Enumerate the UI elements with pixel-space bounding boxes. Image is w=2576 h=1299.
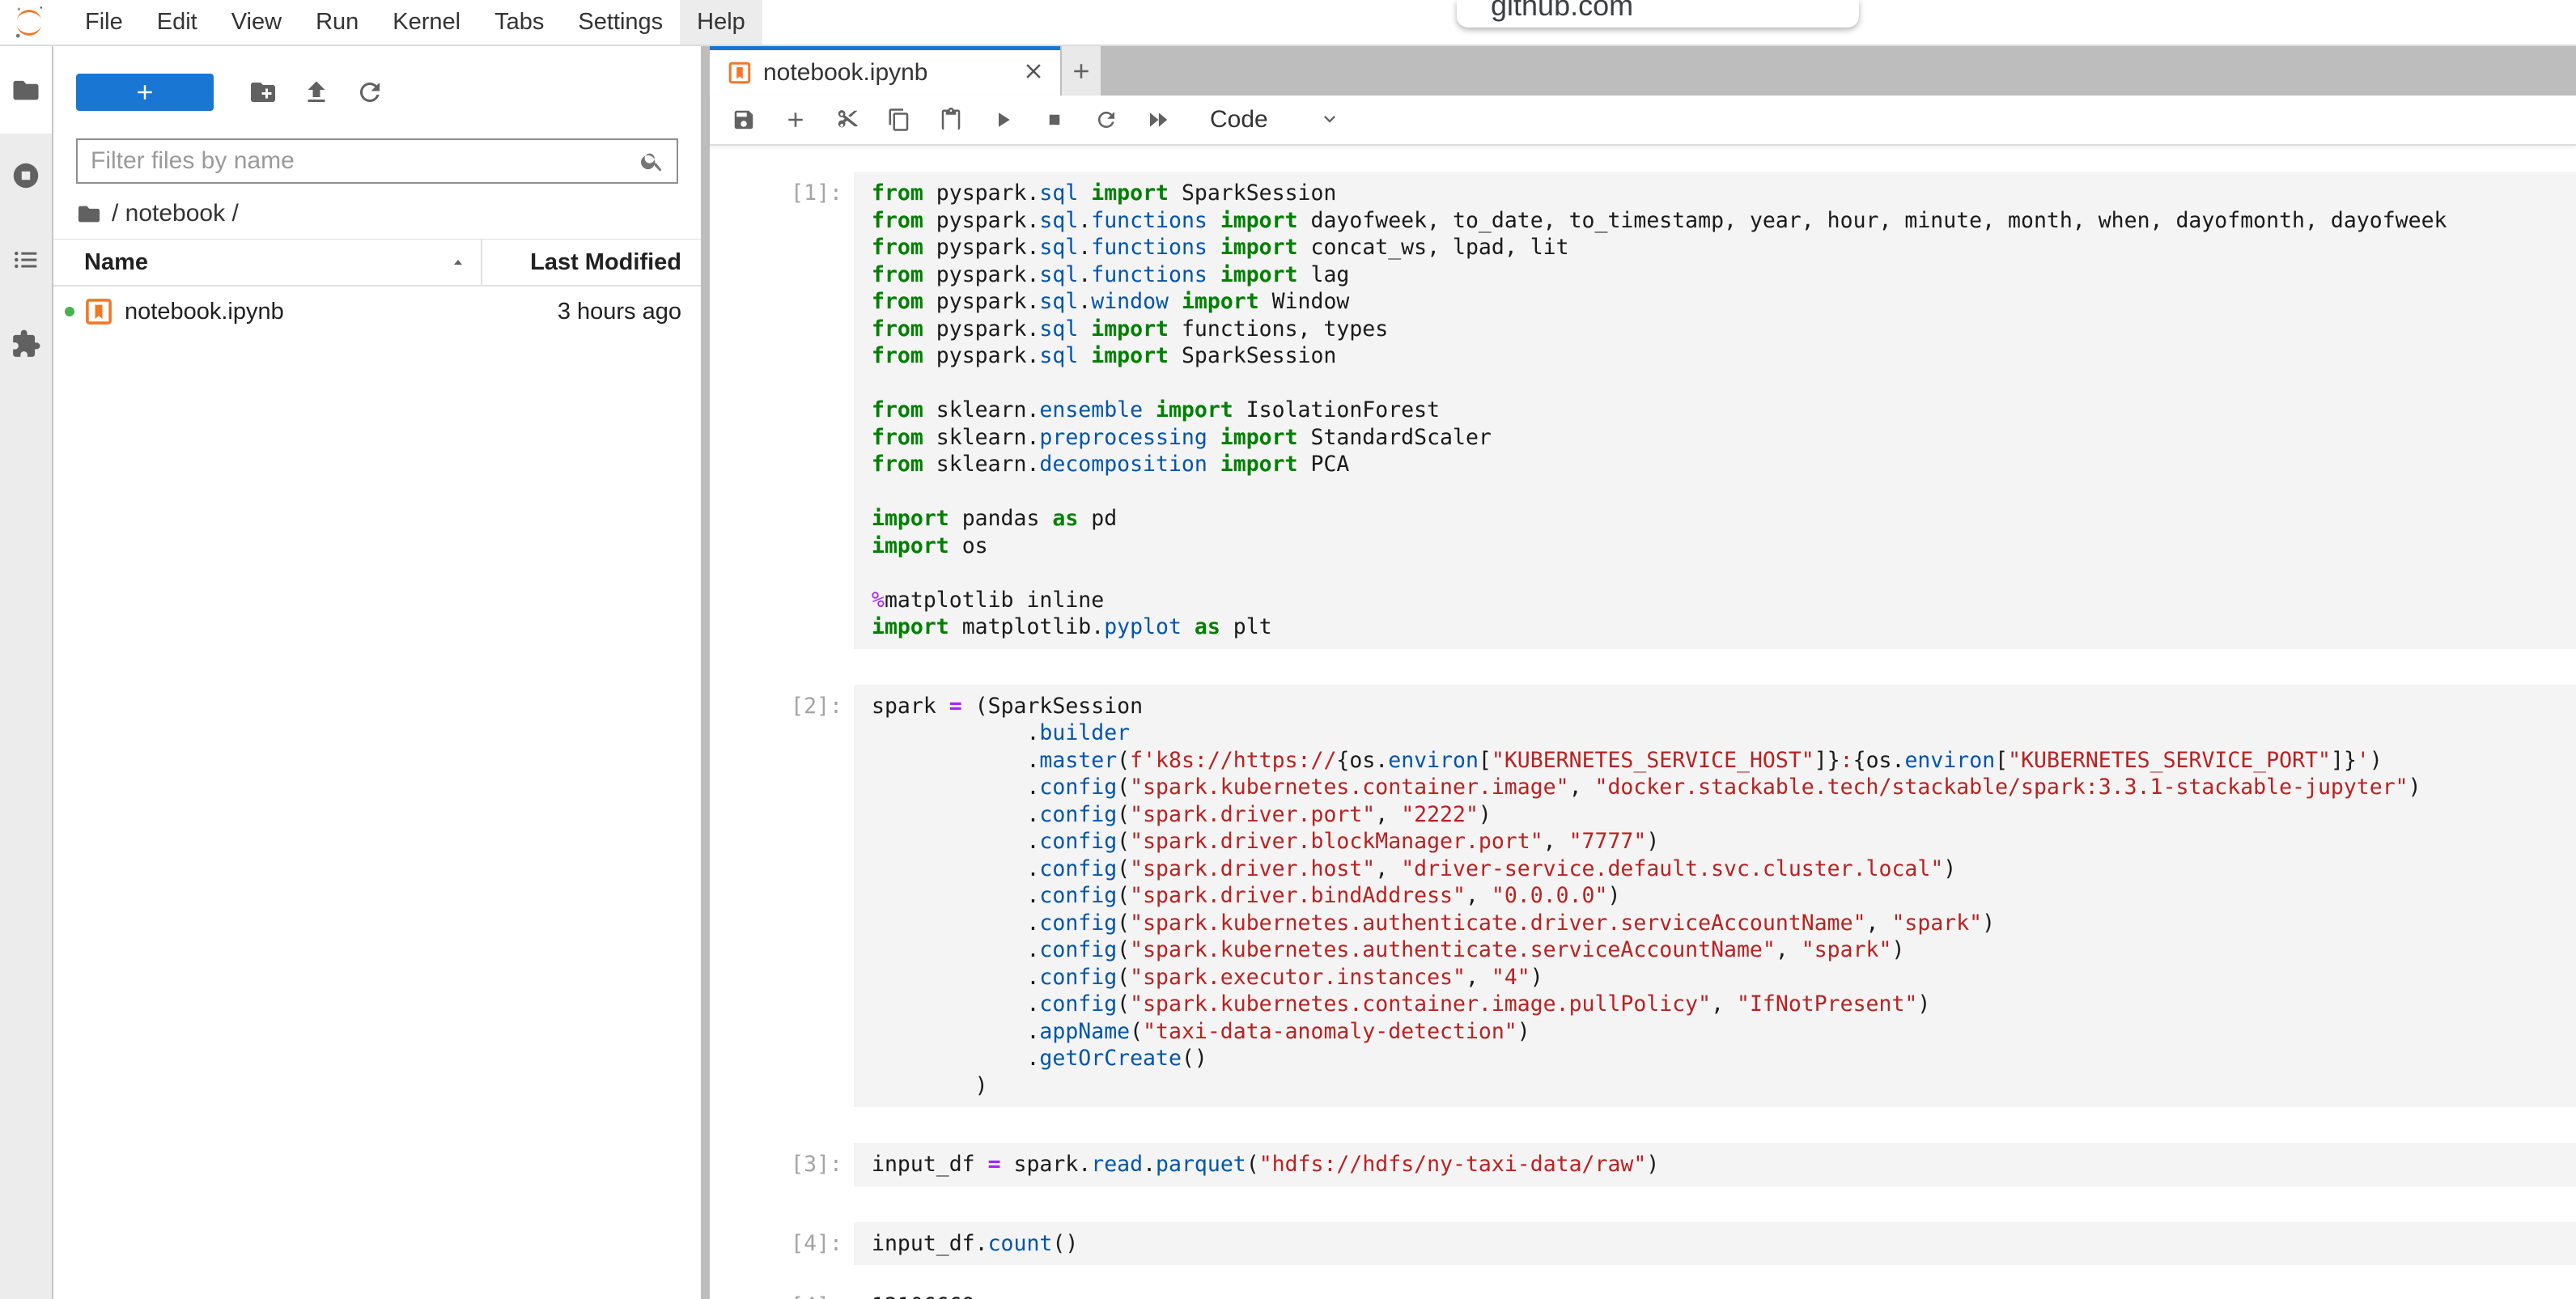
menu-bar: FileEditViewRunKernelTabsSettingsHelp	[0, 0, 2576, 46]
menu-help[interactable]: Help	[680, 0, 762, 45]
kernel-running-dot	[65, 307, 74, 316]
running-icon	[11, 160, 41, 191]
list-icon	[11, 244, 41, 275]
refresh-button[interactable]	[343, 78, 397, 107]
file-row[interactable]: notebook.ipynb 3 hours ago	[53, 287, 701, 337]
cell-editor[interactable]: input_df = spark.read.parquet("hdfs://hd…	[854, 1143, 2576, 1187]
file-name: notebook.ipynb	[125, 299, 481, 325]
new-tab-button[interactable]	[1062, 46, 1101, 96]
save-button[interactable]	[731, 107, 757, 133]
panel-resize-handle[interactable]	[701, 46, 710, 1299]
cell-type-dropdown[interactable]: Code	[1210, 106, 1268, 134]
sidebar-tab-file-browser[interactable]	[0, 46, 52, 134]
menu-file[interactable]: File	[68, 0, 140, 45]
restart-button[interactable]	[1093, 107, 1119, 133]
cell-prompt: [4]:	[710, 1222, 854, 1266]
close-tab-icon[interactable]	[1021, 59, 1046, 87]
code-cell: [3]:input_df = spark.read.parquet("hdfs:…	[710, 1143, 2576, 1187]
search-icon	[639, 148, 665, 174]
file-modified: 3 hours ago	[481, 299, 701, 325]
file-list-header: Name Last Modified	[53, 239, 701, 287]
jupyter-logo-icon	[11, 5, 47, 40]
stop-button[interactable]	[1042, 107, 1067, 133]
breadcrumb-path: / notebook /	[112, 200, 239, 227]
tab-label: notebook.ipynb	[763, 59, 1021, 87]
notebook-file-icon	[84, 297, 113, 326]
puzzle-icon	[11, 329, 41, 359]
column-header-name[interactable]: Name	[53, 249, 481, 276]
paste-icon	[939, 108, 963, 132]
dock-tab-bar: notebook.ipynb	[710, 46, 2576, 96]
cell-editor[interactable]: from pyspark.sql import SparkSessionfrom…	[854, 172, 2576, 649]
filter-files-input[interactable]	[78, 147, 639, 175]
cell-editor[interactable]: input_df.count()	[854, 1222, 2576, 1266]
popup-url-text: github.com	[1491, 0, 1633, 23]
paste-button[interactable]	[938, 107, 964, 133]
run-all-icon	[1146, 108, 1170, 132]
run-icon	[991, 108, 1015, 132]
plus-icon	[1069, 59, 1093, 83]
sidebar-tab-table-of-contents[interactable]	[0, 218, 52, 302]
run-all-button[interactable]	[1145, 107, 1171, 133]
file-browser-panel: / notebook / Name Last Modified notebook…	[53, 46, 701, 1299]
new-folder-button[interactable]	[236, 78, 290, 107]
plus-icon	[133, 80, 157, 104]
output-cell: [4]:12106669	[710, 1284, 2576, 1299]
copy-icon	[887, 108, 911, 132]
notebook-toolbar: Code	[710, 96, 2576, 146]
file-browser-toolbar	[53, 46, 701, 119]
code-cell: [4]:input_df.count()	[710, 1222, 2576, 1266]
tab-notebook[interactable]: notebook.ipynb	[710, 46, 1060, 96]
new-folder-icon	[248, 78, 278, 107]
run-button[interactable]	[990, 107, 1016, 133]
add-icon	[783, 108, 808, 132]
cell-prompt: [2]:	[710, 685, 854, 1108]
cell-editor[interactable]: spark = (SparkSession .builder .master(f…	[854, 685, 2576, 1108]
stop-icon	[1042, 108, 1067, 132]
folder-icon	[11, 74, 41, 105]
code-cell: [2]:spark = (SparkSession .builder .mast…	[710, 685, 2576, 1108]
new-launcher-button[interactable]	[76, 74, 214, 111]
notebook-content: [1]:from pyspark.sql import SparkSession…	[710, 146, 2576, 1299]
menu-kernel[interactable]: Kernel	[376, 0, 477, 45]
refresh-icon	[355, 78, 384, 107]
copy-button[interactable]	[886, 107, 912, 133]
upload-icon	[302, 78, 331, 107]
menu-settings[interactable]: Settings	[561, 0, 680, 45]
upload-button[interactable]	[290, 78, 343, 107]
chevron-down-icon[interactable]	[1318, 107, 1341, 134]
activity-sidebar	[0, 46, 53, 1299]
notebook-panel: notebook.ipynb Code [1]:from pyspark.sql…	[710, 46, 2576, 1299]
cut-button[interactable]	[834, 107, 860, 133]
cut-icon	[835, 108, 859, 132]
column-header-last-modified[interactable]: Last Modified	[481, 240, 701, 285]
code-cell: [1]:from pyspark.sql import SparkSession…	[710, 172, 2576, 649]
folder-icon	[76, 201, 102, 227]
save-icon	[732, 108, 756, 132]
jupyterlab-shell: / notebook / Name Last Modified notebook…	[0, 46, 2576, 1299]
restart-icon	[1094, 108, 1118, 132]
sidebar-tab-running-sessions[interactable]	[0, 134, 52, 218]
browser-url-popup[interactable]: github.com	[1457, 0, 1859, 28]
sort-ascending-icon	[448, 253, 468, 272]
cell-prompt: [1]:	[710, 172, 854, 649]
menu-run[interactable]: Run	[299, 0, 376, 45]
breadcrumb[interactable]: / notebook /	[53, 184, 701, 239]
add-button[interactable]	[783, 107, 808, 133]
cell-output-area: 12106669	[854, 1284, 2576, 1299]
sidebar-tab-extensions[interactable]	[0, 302, 52, 386]
notebook-file-icon	[728, 61, 752, 85]
menu-tabs[interactable]: Tabs	[477, 0, 561, 45]
filter-box	[76, 138, 678, 184]
cell-prompt: [3]:	[710, 1143, 854, 1187]
menu-edit[interactable]: Edit	[140, 0, 214, 45]
menu-view[interactable]: View	[214, 0, 299, 45]
cell-prompt: [4]:	[710, 1284, 854, 1299]
